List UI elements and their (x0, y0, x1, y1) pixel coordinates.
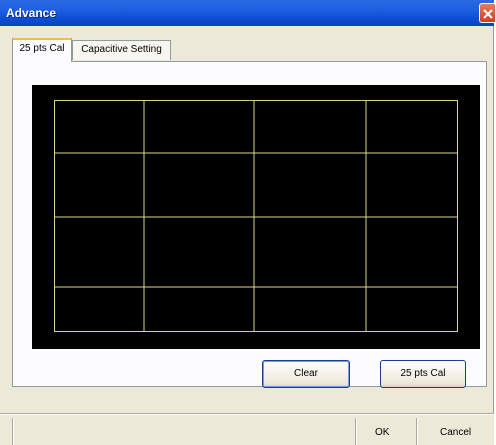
cal-25-pts-button[interactable]: 25 pts Cal (380, 360, 466, 388)
close-button[interactable] (479, 3, 495, 23)
status-bar (0, 415, 494, 445)
ok-button[interactable]: OK (375, 427, 389, 438)
grid-border (54, 100, 458, 332)
calibration-grid (54, 100, 458, 332)
close-icon (483, 9, 493, 19)
calibration-canvas[interactable] (32, 85, 480, 349)
status-bar-divider (355, 418, 356, 445)
status-bar-divider (416, 418, 417, 445)
status-bar-divider (12, 418, 13, 445)
clear-button[interactable]: Clear (262, 360, 350, 388)
window-title: Advance (6, 6, 57, 20)
advance-dialog: Advance 25 pts Cal Capacitive Setting Cl… (0, 0, 495, 445)
tab-capacitive-setting[interactable]: Capacitive Setting (72, 40, 171, 60)
tab-25-pts-cal[interactable]: 25 pts Cal (12, 38, 72, 62)
title-bar[interactable]: Advance (0, 0, 495, 26)
cancel-button[interactable]: Cancel (440, 427, 471, 438)
